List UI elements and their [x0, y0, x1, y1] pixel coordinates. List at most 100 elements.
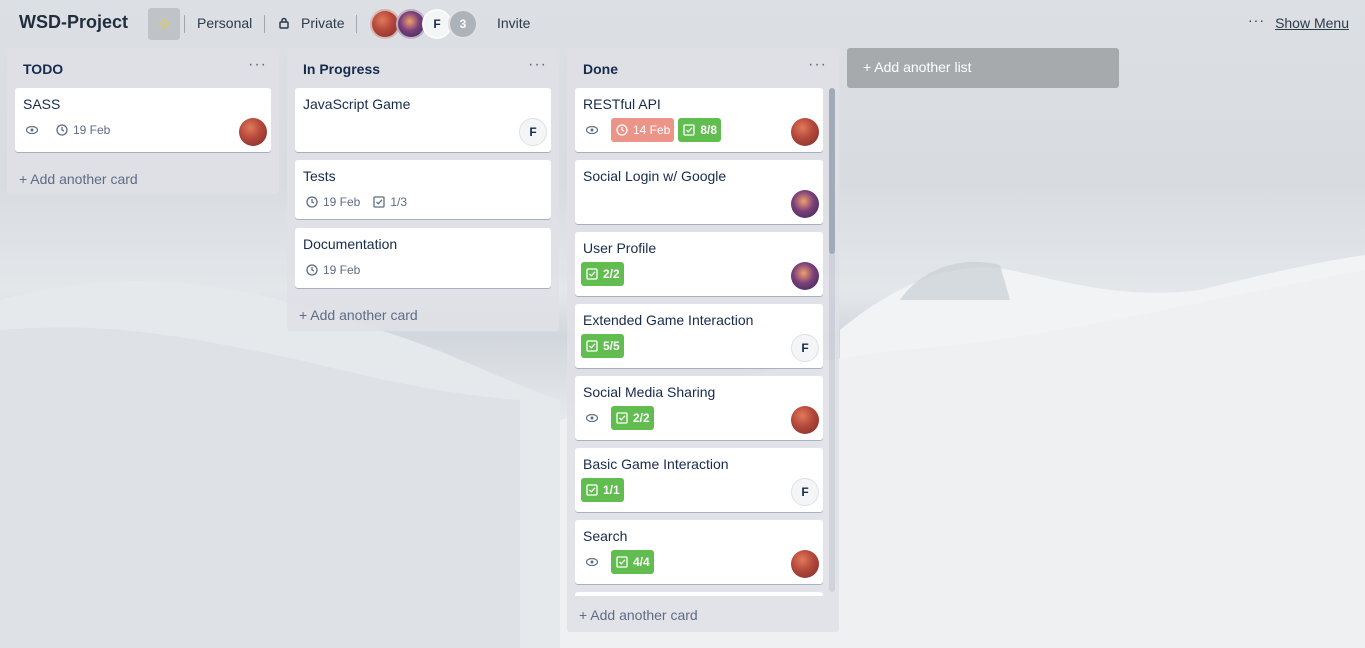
list-header: TODO ···	[7, 48, 279, 88]
card-member-initial[interactable]: F	[519, 118, 547, 146]
add-card-button[interactable]: + Add another card	[19, 171, 138, 187]
card-badges: 2/2	[581, 262, 624, 286]
card-member-avatar[interactable]	[791, 190, 819, 218]
lock-icon	[279, 17, 289, 29]
card-badges: 14 Feb 8/8	[581, 118, 722, 142]
checkbox-icon	[682, 123, 696, 137]
checklist-badge-complete: 1/1	[581, 478, 624, 502]
clock-icon	[615, 123, 629, 137]
checklist-text: 2/2	[633, 411, 650, 425]
list-menu-icon[interactable]: ···	[528, 56, 547, 74]
list-title[interactable]: Done	[583, 61, 618, 77]
checkbox-icon	[585, 267, 599, 281]
card[interactable]: JavaScript Game F	[295, 88, 551, 152]
due-date-text: 19 Feb	[323, 195, 361, 209]
card-title: Tests	[303, 168, 336, 184]
card-title: Social Login w/ Google	[583, 168, 727, 184]
list-scrollbar[interactable]	[829, 88, 835, 592]
due-date-badge: 19 Feb	[301, 190, 364, 214]
checklist-badge-complete: 2/2	[581, 262, 624, 286]
header-divider	[356, 15, 357, 33]
eye-icon	[585, 555, 599, 569]
watch-badge	[581, 118, 607, 142]
card-member-avatar[interactable]	[791, 118, 819, 146]
more-icon[interactable]: ···	[1248, 12, 1265, 28]
invite-button[interactable]: Invite	[497, 15, 530, 31]
card-member-initial[interactable]: F	[791, 478, 819, 506]
checkbox-icon	[615, 555, 629, 569]
card-badges: 4/4	[581, 550, 654, 574]
star-button[interactable]: ☆	[148, 8, 180, 40]
card-partial[interactable]	[575, 592, 823, 596]
list-in-progress: In Progress ··· JavaScript Game F Tests …	[287, 48, 559, 331]
card[interactable]: Documentation 19 Feb	[295, 228, 551, 288]
card-title: JavaScript Game	[303, 96, 411, 112]
clock-icon	[55, 123, 69, 137]
card-badges: 2/2	[581, 406, 654, 430]
card-badges: 19 Feb	[301, 258, 364, 282]
add-card-button[interactable]: + Add another card	[579, 607, 698, 623]
due-date-badge-overdue: 14 Feb	[611, 118, 675, 142]
board-title[interactable]: WSD-Project	[19, 12, 128, 33]
watch-badge	[581, 406, 607, 430]
list-menu-icon[interactable]: ···	[808, 56, 827, 74]
card-badges: 1/1	[581, 478, 624, 502]
team-button[interactable]: Personal	[197, 15, 252, 31]
checkbox-icon	[372, 195, 386, 209]
card[interactable]: RESTful API 14 Feb 8/8	[575, 88, 823, 152]
add-card-button[interactable]: + Add another card	[299, 307, 418, 323]
card-badges: 19 Feb 1/3	[301, 190, 411, 214]
card[interactable]: Basic Game Interaction 1/1 F	[575, 448, 823, 512]
list-title[interactable]: TODO	[23, 61, 63, 77]
scrollbar-thumb[interactable]	[829, 88, 835, 254]
card-title: RESTful API	[583, 96, 661, 112]
card-member-avatar[interactable]	[791, 550, 819, 578]
board-header: WSD-Project ☆ Personal Private F 3 Invit…	[0, 0, 1365, 48]
card[interactable]: Tests 19 Feb 1/3	[295, 160, 551, 219]
eye-icon	[585, 411, 599, 425]
card-member-initial[interactable]: F	[791, 334, 819, 362]
clock-icon	[305, 263, 319, 277]
card-member-avatar[interactable]	[791, 406, 819, 434]
card[interactable]: Social Media Sharing 2/2	[575, 376, 823, 440]
list-done: Done ··· RESTful API 14 Feb 8/8 Social L…	[567, 48, 839, 632]
eye-icon	[25, 123, 39, 137]
star-icon: ☆	[156, 16, 172, 33]
due-date-badge: 19 Feb	[301, 258, 364, 282]
add-list-button[interactable]: + Add another list	[847, 48, 1119, 88]
header-divider	[264, 15, 265, 33]
checklist-badge-complete: 4/4	[611, 550, 654, 574]
checklist-badge-complete: 5/5	[581, 334, 624, 358]
checkbox-icon	[585, 483, 599, 497]
watch-badge	[21, 118, 47, 142]
member-count-badge[interactable]: 3	[448, 9, 478, 39]
visibility-button[interactable]: Private	[301, 15, 345, 31]
list-menu-icon[interactable]: ···	[248, 56, 267, 74]
due-date-text: 19 Feb	[73, 123, 111, 137]
list-title[interactable]: In Progress	[303, 61, 380, 77]
show-menu-button[interactable]: Show Menu	[1275, 15, 1349, 31]
checklist-text: 8/8	[700, 123, 718, 137]
list-todo: TODO ··· SASS 19 Feb + Add another card	[7, 48, 279, 194]
card[interactable]: User Profile 2/2	[575, 232, 823, 296]
card-member-avatar[interactable]	[239, 118, 267, 146]
checklist-badge-complete: 8/8	[678, 118, 722, 142]
checklist-text: 5/5	[603, 339, 620, 353]
list-header: In Progress ···	[287, 48, 559, 88]
checklist-badge-complete: 2/2	[611, 406, 654, 430]
list-header: Done ···	[567, 48, 839, 88]
card[interactable]: SASS 19 Feb	[15, 88, 271, 152]
card-member-avatar[interactable]	[791, 262, 819, 290]
checklist-badge: 1/3	[368, 190, 411, 214]
checkbox-icon	[615, 411, 629, 425]
due-date-badge: 19 Feb	[51, 118, 114, 142]
card[interactable]: Extended Game Interaction 5/5 F	[575, 304, 823, 368]
checklist-text: 4/4	[633, 555, 650, 569]
card-badges: 5/5	[581, 334, 624, 358]
watch-badge	[581, 550, 607, 574]
card-title: Search	[583, 528, 628, 544]
card[interactable]: Search 4/4	[575, 520, 823, 584]
card-title: User Profile	[583, 240, 657, 256]
checkbox-icon	[585, 339, 599, 353]
card[interactable]: Social Login w/ Google	[575, 160, 823, 224]
